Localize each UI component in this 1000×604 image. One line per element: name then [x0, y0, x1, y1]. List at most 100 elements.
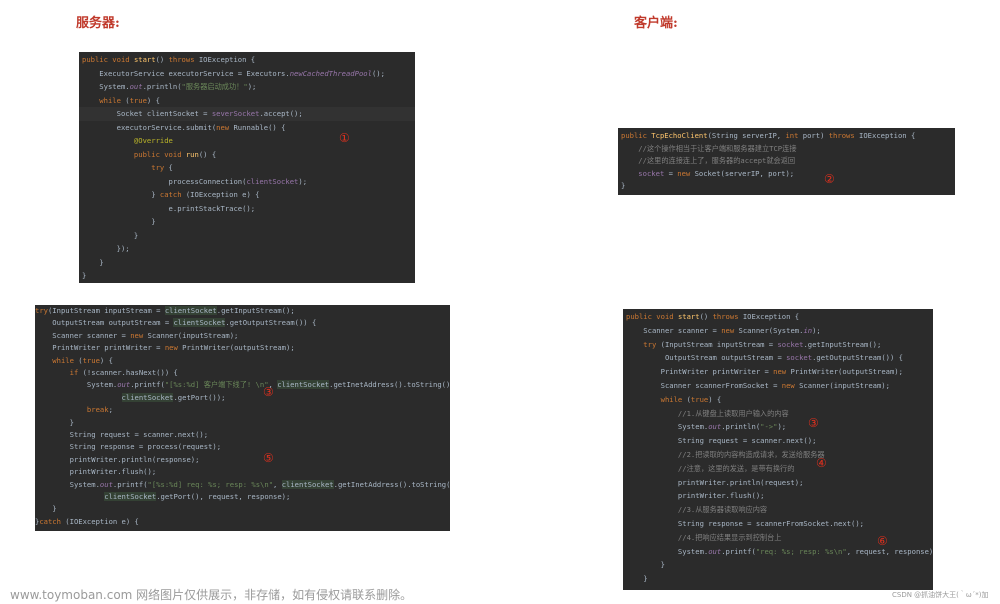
code-line: clientSocket.getPort(), request, respons…	[35, 492, 290, 502]
code-token: while	[35, 355, 79, 365]
code-token: new	[130, 330, 148, 340]
code-line: //这里的连接连上了，服务器的accept就会返回	[621, 156, 795, 166]
code-line: try {	[82, 163, 173, 173]
code-token: //1.从键盘上读取用户输入的内容	[626, 408, 789, 418]
code-token: (InputStream inputStream =	[47, 306, 165, 315]
code-token: "[%s:%d] req: %s; resp: %s\n"	[147, 479, 274, 489]
code-token: .getInputStream();	[216, 306, 295, 315]
code-line: public void start() throws IOException {	[82, 55, 255, 65]
code-token: public void	[626, 312, 678, 321]
server-start-code-panel: ① public void start() throws IOException…	[79, 52, 415, 283]
code-token: break	[35, 405, 109, 415]
code-token: Scanner(System.	[738, 325, 804, 335]
code-line: printWriter.flush();	[626, 491, 765, 501]
code-token: new	[164, 343, 183, 353]
code-token: severSocket	[211, 109, 260, 118]
code-token: .getInputStream();	[803, 339, 882, 349]
code-token: run	[185, 149, 199, 159]
server-heading: 服务器:	[76, 16, 120, 31]
code-token: printWriter.println(response);	[35, 454, 200, 464]
code-token: public void	[82, 149, 186, 159]
code-token: true	[690, 394, 709, 404]
code-line: while (true) {	[626, 394, 722, 405]
code-line: PrintWriter printWriter = new PrintWrite…	[626, 367, 903, 377]
code-token: ,	[268, 380, 278, 390]
code-line: }	[82, 271, 86, 281]
code-token: System.	[82, 82, 130, 91]
code-token: });	[82, 244, 130, 253]
code-line: System.out.println("服务器启动成功！");	[82, 82, 256, 92]
code-token: public void	[82, 55, 134, 64]
code-line: });	[82, 244, 130, 254]
code-token: socket	[621, 168, 669, 178]
code-token: in	[803, 325, 813, 335]
code-token: try	[626, 339, 661, 349]
code-token: newCachedThreadPool	[289, 68, 372, 78]
server-connection-code-panel: ③ ⑤ try(InputStream inputStream = client…	[35, 305, 450, 531]
code-token: socket	[786, 353, 813, 363]
code-token: port)	[802, 131, 829, 140]
code-token: socket	[777, 339, 804, 349]
code-token: out	[99, 479, 113, 489]
code-token: "服务器启动成功！"	[181, 82, 248, 91]
server-marker-1: ①	[339, 131, 350, 145]
code-token: }	[626, 574, 648, 584]
code-token: System.	[35, 380, 118, 390]
code-token: }	[35, 504, 57, 514]
code-line: OutputStream outputStream = socket.getOu…	[626, 353, 903, 363]
code-token: .println(	[721, 422, 761, 432]
code-token: .accept();	[259, 109, 303, 118]
code-line: public void start() throws IOException {	[626, 312, 799, 322]
code-token: (String serverIP,	[707, 131, 786, 140]
code-token: //注意，这里的发送，是带有换行的	[626, 463, 795, 473]
code-token: {	[168, 163, 173, 172]
code-token: OutputStream outputStream =	[626, 353, 787, 363]
code-token: IOException {	[859, 131, 916, 140]
code-line: }	[626, 574, 648, 584]
code-token: String request = scanner.next();	[626, 436, 817, 446]
code-line: //1.从键盘上读取用户输入的内容	[626, 409, 789, 419]
code-line: if (!scanner.hasNext()) {	[35, 368, 178, 378]
code-line: Scanner scannerFromSocket = new Scanner(…	[626, 381, 890, 391]
code-token: ();	[371, 68, 385, 78]
code-line: try (InputStream inputStream = socket.ge…	[626, 340, 881, 350]
code-token: .printf(	[721, 546, 756, 556]
code-token: clientSocket	[121, 392, 174, 402]
code-line: @Override	[82, 136, 173, 146]
code-token: Scanner scanner =	[626, 325, 722, 335]
code-line: PrintWriter printWriter = new PrintWrite…	[35, 343, 294, 353]
code-line: }	[35, 418, 74, 428]
code-token: new	[216, 122, 234, 132]
code-token: true	[82, 355, 100, 365]
code-token: ,	[273, 479, 282, 489]
code-token: ) {	[146, 95, 160, 105]
code-token: ()	[699, 312, 713, 321]
code-token: //3.从服务器读取响应内容	[626, 505, 768, 515]
code-token: String response = scannerFromSocket.next…	[626, 519, 864, 528]
code-token: Runnable() {	[233, 122, 286, 132]
code-line: }	[35, 504, 57, 514]
code-line: String request = scanner.next();	[35, 430, 208, 440]
code-token: =	[668, 168, 678, 178]
code-token: );	[812, 325, 821, 335]
code-token: PrintWriter(outputStream);	[790, 367, 903, 377]
code-token: OutputStream outputStream =	[35, 318, 174, 328]
code-line: printWriter.flush();	[35, 467, 157, 477]
code-line: clientSocket.getPort());	[35, 392, 226, 403]
code-token: .getPort());	[173, 392, 226, 402]
code-line: String response = scannerFromSocket.next…	[626, 519, 864, 529]
code-line: //注意，这里的发送，是带有换行的	[626, 464, 794, 474]
code-line: } catch (IOException e) {	[82, 190, 259, 200]
client-heading: 客户端:	[634, 16, 678, 31]
code-line: Scanner scanner = new Scanner(inputStrea…	[35, 331, 238, 341]
code-token: printWriter.println(request);	[626, 477, 804, 487]
code-token: );	[777, 422, 787, 432]
code-token: Scanner(inputStream);	[147, 330, 239, 340]
code-token: }	[82, 190, 160, 199]
code-line: printWriter.println(request);	[626, 477, 804, 488]
code-line: try(InputStream inputStream = clientSock…	[35, 306, 295, 316]
author-credit: CSDN @抓油饼大王(｀ω´*)加	[892, 591, 989, 599]
code-token: out	[117, 380, 131, 390]
code-token: int	[785, 131, 803, 140]
